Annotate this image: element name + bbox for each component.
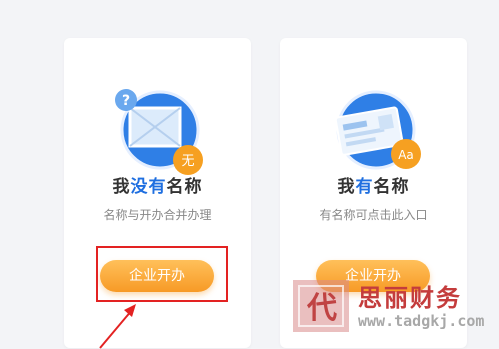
watermark-logo: 代 [293,280,349,332]
question-document-icon: ? 无 [115,89,203,175]
title-part: 我 [337,177,356,197]
title-part: 名称 [373,177,410,197]
watermark-brand: 思丽财务 [358,284,462,312]
title-part: 名称 [166,177,203,197]
annotation-highlight-box [96,246,228,302]
card-subtitle: 名称与开办合并办理 [103,208,212,222]
question-mark: ? [122,93,130,109]
watermark-url: www.tadgkj.com [358,312,485,330]
title-part: 我 [112,177,131,197]
illustration-badge: 无 [181,154,194,169]
title-highlight: 有 [355,177,374,197]
card-subtitle: 有名称可点击此入口 [319,208,428,222]
id-card-document-icon: Aa [334,90,421,170]
illustration-badge: Aa [398,148,414,162]
annotation-arrow-icon [99,304,136,349]
watermark-logo-char: 代 [306,291,337,326]
card-title: 我有名称 [280,172,467,197]
title-highlight: 没有 [130,177,167,197]
card-title: 我没有名称 [64,172,251,197]
